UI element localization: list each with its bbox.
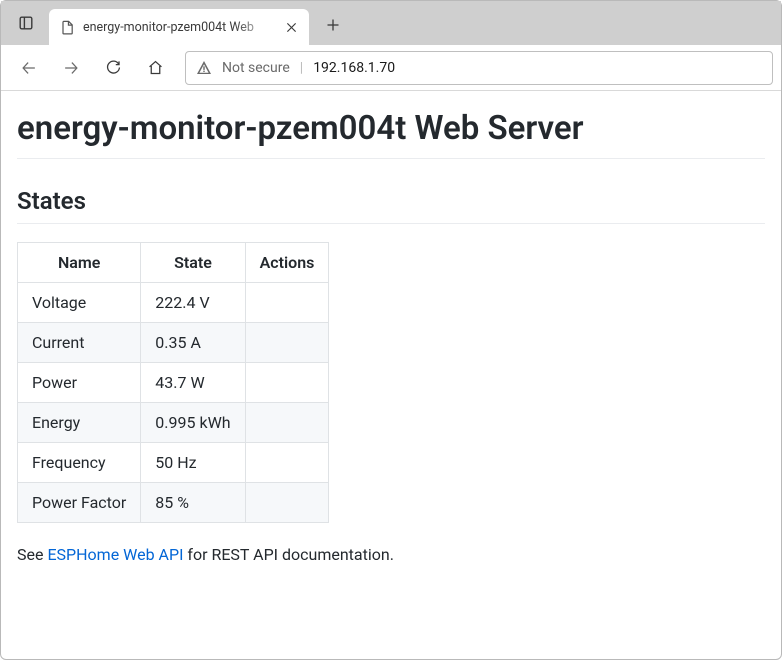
table-row: Power 43.7 W bbox=[18, 363, 329, 403]
col-header-state: State bbox=[141, 243, 245, 283]
col-header-name: Name bbox=[18, 243, 141, 283]
cell-state: 50 Hz bbox=[141, 443, 245, 483]
table-row: Frequency 50 Hz bbox=[18, 443, 329, 483]
footer-note: See ESPHome Web API for REST API documen… bbox=[17, 545, 765, 564]
section-title-states: States bbox=[17, 187, 765, 224]
table-row: Power Factor 85 % bbox=[18, 483, 329, 523]
cell-state: 0.995 kWh bbox=[141, 403, 245, 443]
footer-suffix: for REST API documentation. bbox=[183, 545, 394, 564]
cell-name: Power bbox=[18, 363, 141, 403]
col-header-actions: Actions bbox=[245, 243, 329, 283]
browser-tab-active[interactable]: energy-monitor-pzem004t Web bbox=[49, 9, 309, 45]
cell-name: Voltage bbox=[18, 283, 141, 323]
security-status: Not secure bbox=[222, 60, 290, 76]
table-row: Voltage 222.4 V bbox=[18, 283, 329, 323]
states-table: Name State Actions Voltage 222.4 V Curre… bbox=[17, 242, 329, 523]
cell-actions bbox=[245, 363, 329, 403]
cell-name: Power Factor bbox=[18, 483, 141, 523]
cell-actions bbox=[245, 283, 329, 323]
browser-toolbar: Not secure | 192.168.1.70 bbox=[1, 45, 781, 91]
cell-actions bbox=[245, 323, 329, 363]
tab-title: energy-monitor-pzem004t Web bbox=[83, 20, 273, 35]
cell-state: 43.7 W bbox=[141, 363, 245, 403]
address-url: 192.168.1.70 bbox=[313, 60, 395, 76]
table-row: Current 0.35 A bbox=[18, 323, 329, 363]
tab-close-button[interactable] bbox=[281, 17, 301, 37]
address-separator: | bbox=[300, 60, 303, 76]
cell-state: 222.4 V bbox=[141, 283, 245, 323]
cell-name: Frequency bbox=[18, 443, 141, 483]
cell-actions bbox=[245, 483, 329, 523]
browser-tab-strip: energy-monitor-pzem004t Web bbox=[1, 1, 781, 45]
file-icon bbox=[59, 19, 75, 35]
forward-button[interactable] bbox=[51, 50, 91, 86]
cell-name: Current bbox=[18, 323, 141, 363]
page-title: energy-monitor-pzem004t Web Server bbox=[17, 109, 765, 159]
home-button[interactable] bbox=[135, 50, 175, 86]
not-secure-icon bbox=[196, 60, 212, 76]
new-tab-button[interactable] bbox=[317, 9, 349, 41]
cell-state: 85 % bbox=[141, 483, 245, 523]
tab-actions-button[interactable] bbox=[9, 6, 43, 40]
cell-state: 0.35 A bbox=[141, 323, 245, 363]
page-content: energy-monitor-pzem004t Web Server State… bbox=[1, 91, 781, 596]
cell-name: Energy bbox=[18, 403, 141, 443]
footer-prefix: See bbox=[17, 545, 47, 564]
cell-actions bbox=[245, 443, 329, 483]
address-bar[interactable]: Not secure | 192.168.1.70 bbox=[185, 51, 773, 85]
table-row: Energy 0.995 kWh bbox=[18, 403, 329, 443]
api-docs-link[interactable]: ESPHome Web API bbox=[47, 545, 183, 564]
cell-actions bbox=[245, 403, 329, 443]
back-button[interactable] bbox=[9, 50, 49, 86]
refresh-button[interactable] bbox=[93, 50, 133, 86]
